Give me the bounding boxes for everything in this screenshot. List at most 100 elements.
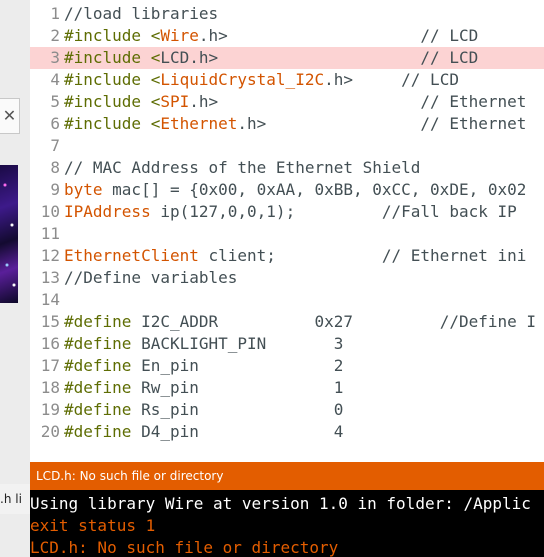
code-line[interactable]: 18 #define Rw_pin 1 bbox=[30, 377, 544, 399]
line-number: 15 bbox=[40, 312, 60, 331]
code-line[interactable]: 6 #include <Ethernet.h> // Ethernet bbox=[30, 113, 544, 135]
code-token: #define bbox=[64, 334, 132, 353]
code-text: #define En_pin 2 bbox=[64, 355, 343, 377]
code-text: #define Rw_pin 1 bbox=[64, 377, 343, 399]
code-token: #define bbox=[64, 312, 132, 331]
line-number: 10 bbox=[40, 202, 60, 221]
code-token: #define bbox=[64, 378, 132, 397]
code-line[interactable]: 14 bbox=[30, 289, 544, 311]
console-line: LCD.h: No such file or directory bbox=[30, 538, 339, 557]
line-number: 6 bbox=[50, 114, 60, 133]
code-line[interactable]: 1//load libraries bbox=[30, 3, 544, 25]
error-status-bar: LCD.h: No such file or directory bbox=[30, 462, 544, 490]
code-token: IPAddress bbox=[64, 202, 151, 221]
line-number: 20 bbox=[40, 422, 60, 441]
line-number: 16 bbox=[40, 334, 60, 353]
line-number: 13 bbox=[40, 268, 60, 287]
code-token: ip(127,0,0,1); //Fall back IP bbox=[150, 202, 517, 221]
code-text: EthernetClient client; // Ethernet ini bbox=[64, 245, 526, 267]
code-token: #define bbox=[64, 356, 132, 375]
line-number: 8 bbox=[50, 158, 60, 177]
code-token: .h> // LCD bbox=[198, 26, 479, 45]
line-number: 5 bbox=[50, 92, 60, 111]
code-editor[interactable]: 1//load libraries 2 #include <Wire.h> // L… bbox=[30, 0, 544, 451]
code-line[interactable]: 16 #define BACKLIGHT_PIN 3 bbox=[30, 333, 544, 355]
code-token: LCD.h> // LCD bbox=[160, 48, 479, 67]
code-text: #define BACKLIGHT_PIN 3 bbox=[64, 333, 343, 355]
code-line[interactable]: 3 #include <LCD.h> // LCD bbox=[30, 47, 544, 69]
code-token: #define bbox=[64, 400, 132, 419]
code-text: #include <LiquidCrystal_I2C.h> // LCD bbox=[64, 69, 459, 91]
line-number: 4 bbox=[50, 70, 60, 89]
code-line[interactable]: 17 #define En_pin 2 bbox=[30, 355, 544, 377]
code-text: byte mac[] = {0x00, 0xAA, 0xBB, 0xCC, 0x… bbox=[64, 179, 526, 201]
code-token: .h> // Ethernet bbox=[237, 114, 527, 133]
code-token: Rw_pin 1 bbox=[131, 378, 344, 397]
code-token: SPI bbox=[160, 92, 190, 111]
code-line[interactable]: 15 #define I2C_ADDR 0x27 //Define I bbox=[30, 311, 544, 333]
close-icon[interactable]: ✕ bbox=[0, 98, 20, 134]
code-token: .h> // LCD bbox=[324, 70, 459, 89]
code-text: // MAC Address of the Ethernet Shield bbox=[64, 157, 420, 179]
code-text: IPAddress ip(127,0,0,1); //Fall back IP bbox=[64, 201, 517, 223]
code-line[interactable]: 10 IPAddress ip(127,0,0,1); //Fall back I… bbox=[30, 201, 544, 223]
code-line[interactable]: 11 bbox=[30, 223, 544, 245]
code-text: #include <LCD.h> // LCD bbox=[64, 47, 478, 69]
line-number: 3 bbox=[50, 48, 60, 67]
line-number: 9 bbox=[50, 180, 60, 199]
code-text: #include <Ethernet.h> // Ethernet bbox=[64, 113, 526, 135]
line-number: 19 bbox=[40, 400, 60, 419]
code-text: //load libraries bbox=[64, 3, 218, 25]
line-number: 18 bbox=[40, 378, 60, 397]
code-token: Ethernet bbox=[160, 114, 238, 133]
code-token: .h> // Ethernet bbox=[189, 92, 527, 111]
line-number: 2 bbox=[50, 26, 60, 45]
line-number: 14 bbox=[40, 290, 60, 309]
code-token: BACKLIGHT_PIN 3 bbox=[131, 334, 344, 353]
background-window-filename: .h li bbox=[0, 484, 30, 514]
line-number: 1 bbox=[50, 4, 60, 23]
code-text: #include <Wire.h> // LCD bbox=[64, 25, 478, 47]
code-text: #define D4_pin 4 bbox=[64, 421, 343, 443]
code-text: #define Rs_pin 0 bbox=[64, 399, 343, 421]
code-token: #define bbox=[64, 422, 132, 441]
line-number: 12 bbox=[40, 246, 60, 265]
code-token: #include < bbox=[64, 92, 161, 111]
code-line[interactable]: 13//Define variables bbox=[30, 267, 544, 289]
code-token: I2C_ADDR 0x27 //Define I bbox=[131, 312, 537, 331]
console-line: Using library Wire at version 1.0 in fol… bbox=[30, 494, 531, 513]
code-line[interactable]: 20 #define D4_pin 4 bbox=[30, 421, 544, 443]
code-token: En_pin 2 bbox=[131, 356, 344, 375]
code-token: byte bbox=[64, 180, 103, 199]
line-number: 17 bbox=[40, 356, 60, 375]
code-line[interactable]: 2 #include <Wire.h> // LCD bbox=[30, 25, 544, 47]
line-number: 11 bbox=[40, 224, 60, 243]
code-line[interactable]: 4 #include <LiquidCrystal_I2C.h> // LCD bbox=[30, 69, 544, 91]
code-line[interactable]: 5 #include <SPI.h> // Ethernet bbox=[30, 91, 544, 113]
code-token: #include < bbox=[64, 114, 161, 133]
code-token: Rs_pin 0 bbox=[131, 400, 344, 419]
code-line[interactable]: 19 #define Rs_pin 0 bbox=[30, 399, 544, 421]
code-token: #include < bbox=[64, 70, 161, 89]
code-token: #include < bbox=[64, 26, 161, 45]
code-line[interactable]: 8// MAC Address of the Ethernet Shield bbox=[30, 157, 544, 179]
code-token: // MAC Address of the Ethernet Shield bbox=[64, 158, 421, 177]
background-window: ✕ .h li bbox=[0, 0, 30, 557]
code-line[interactable]: 12 EthernetClient client; // Ethernet ini bbox=[30, 245, 544, 267]
output-console[interactable]: Using library Wire at version 1.0 in fol… bbox=[30, 490, 544, 557]
code-text: #include <SPI.h> // Ethernet bbox=[64, 91, 526, 113]
code-token: mac[] = {0x00, 0xAA, 0xBB, 0xCC, 0xDE, 0… bbox=[102, 180, 527, 199]
code-line[interactable]: 7 bbox=[30, 135, 544, 157]
code-token: Wire bbox=[160, 26, 199, 45]
code-line[interactable]: 9 byte mac[] = {0x00, 0xAA, 0xBB, 0xCC, 0… bbox=[30, 179, 544, 201]
code-token: EthernetClient bbox=[64, 246, 199, 265]
code-text: #define I2C_ADDR 0x27 //Define I bbox=[64, 311, 536, 333]
thumbnail-image bbox=[0, 165, 18, 303]
code-token: //Define variables bbox=[64, 268, 238, 287]
code-token: LiquidCrystal_I2C bbox=[160, 70, 325, 89]
code-token: //load libraries bbox=[64, 4, 219, 23]
code-token: D4_pin 4 bbox=[131, 422, 344, 441]
code-token: #include < bbox=[64, 48, 161, 67]
code-text: //Define variables bbox=[64, 267, 237, 289]
console-line: exit status 1 bbox=[30, 516, 156, 535]
